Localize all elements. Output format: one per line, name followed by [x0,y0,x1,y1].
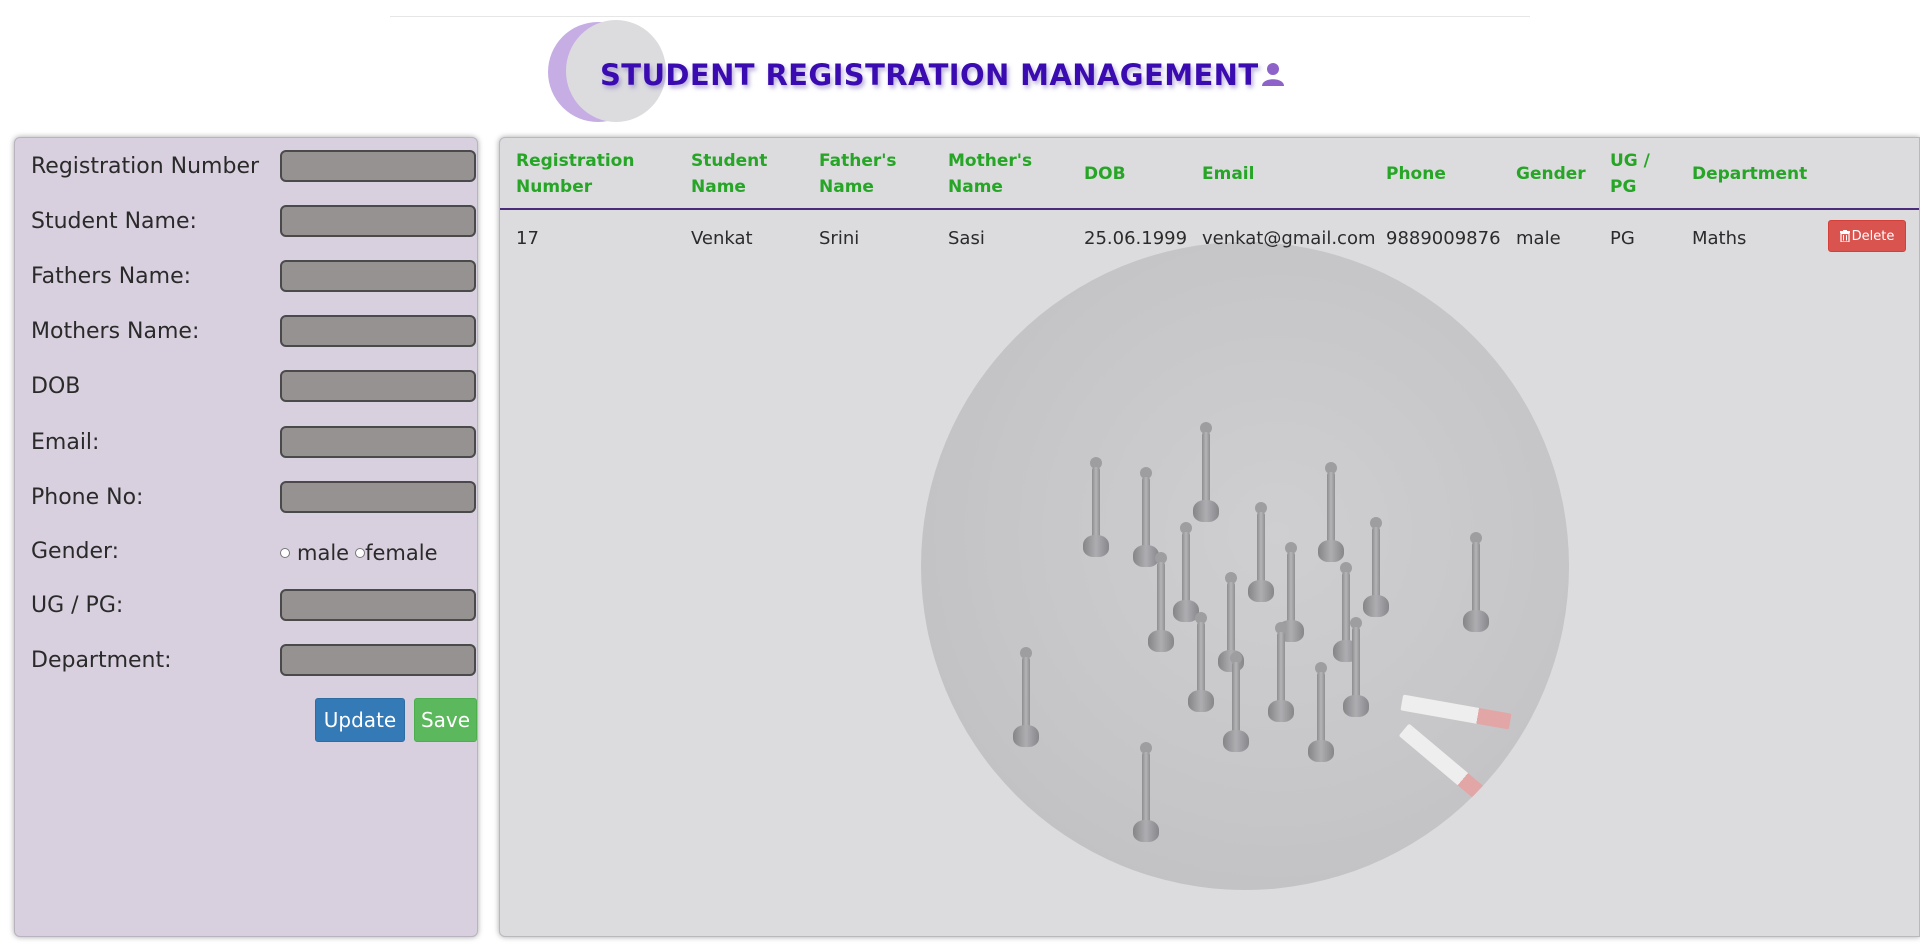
student-name-label: Student Name: [31,209,197,234]
column-header-phone: Phone [1386,164,1446,184]
cell-mothers-name: Sasi [948,228,985,249]
page-title-text: STUDENT REGISTRATION MANAGEMENT [600,58,1259,92]
column-header-fathers-name: Father's Name [819,151,897,197]
pawn-shape [1081,457,1111,567]
red-striped-piece [1398,723,1494,807]
department-label: Department: [31,648,172,673]
top-divider [390,16,1530,17]
form-row-department: Department: [31,644,476,680]
gender-label: Gender: [31,539,120,564]
trash-icon [1839,230,1850,243]
form-row-phone-no: Phone No: [31,481,476,517]
column-header-ug-pg: UG / PG [1610,151,1650,197]
phone-no-label: Phone No: [31,485,144,510]
form-row-registration-number: Registration Number [31,150,476,186]
phone-no-input[interactable] [280,481,476,513]
form-row-ug-pg: UG / PG: [31,589,476,625]
cell-department: Maths [1692,228,1747,249]
dob-input[interactable] [280,370,476,402]
ug-pg-label: UG / PG: [31,593,124,618]
pawn-shape [1361,517,1391,627]
department-input[interactable] [280,644,476,676]
students-table-panel: Registration Number Student Name Father'… [499,137,1920,937]
gender-female-radio[interactable] [355,548,366,558]
cell-ug-pg: PG [1610,228,1635,249]
pawn-shape [1131,742,1161,852]
cell-gender: male [1516,228,1561,249]
form-row-mothers-name: Mothers Name: [31,315,476,351]
email-input[interactable] [280,426,476,458]
pawn-shape [1011,647,1041,757]
gender-male-radio[interactable] [280,548,290,558]
student-name-input[interactable] [280,205,476,237]
pawn-shape [1221,652,1251,762]
cell-registration-number: 17 [516,228,539,249]
pawn-shape [1306,662,1336,772]
fathers-name-input[interactable] [280,260,476,292]
form-row-fathers-name: Fathers Name: [31,260,476,296]
column-header-registration-number: Registration Number [516,151,635,197]
cell-phone: 9889009876 [1386,228,1501,249]
pawn-shape [1246,502,1276,612]
background-chess-image [921,242,1569,890]
pawn-shape [1316,462,1346,572]
cell-dob: 25.06.1999 [1084,228,1188,249]
save-button[interactable]: Save [414,698,477,742]
registration-form-panel: Registration Number Student Name: Father… [14,137,478,937]
registration-number-label: Registration Number [31,154,260,179]
cell-student-name: Venkat [691,228,753,249]
pawn-shape [1191,422,1221,532]
gender-male-label: male [297,541,350,565]
registration-number-input[interactable] [280,150,476,182]
column-header-email: Email [1202,164,1255,184]
form-row-student-name: Student Name: [31,205,476,241]
table-row: 17 Venkat Srini Sasi 25.06.1999 venkat@g… [500,216,1919,260]
pawn-shape [1461,532,1491,642]
cell-fathers-name: Srini [819,228,860,249]
gender-radio-group: male female [280,541,438,565]
email-label: Email: [31,430,100,455]
update-button[interactable]: Update [315,698,405,742]
ug-pg-input[interactable] [280,589,476,621]
user-icon [1261,60,1285,86]
delete-button-label: Delete [1851,228,1895,244]
pawn-shape [1186,612,1216,722]
pawn-shape [1341,617,1371,727]
form-actions: Update Save [31,698,477,742]
cell-email: venkat@gmail.com [1202,228,1376,249]
dob-label: DOB [31,374,81,399]
pawn-shape [1266,622,1296,732]
form-row-gender: Gender: male female [31,535,471,571]
column-header-dob: DOB [1084,164,1126,184]
gender-female-label: female [365,541,438,565]
column-header-mothers-name: Mother's Name [948,151,1033,197]
red-striped-piece [1400,694,1512,730]
delete-button[interactable]: Delete [1828,220,1906,252]
pawn-shape [1146,552,1176,662]
fathers-name-label: Fathers Name: [31,264,192,289]
form-row-dob: DOB [31,370,476,406]
form-row-email: Email: [31,426,476,462]
mothers-name-input[interactable] [280,315,476,347]
column-header-student-name: Student Name [691,151,768,197]
column-header-gender: Gender [1516,164,1586,184]
table-header: Registration Number Student Name Father'… [500,138,1919,210]
mothers-name-label: Mothers Name: [31,319,200,344]
page-title: STUDENT REGISTRATION MANAGEMENT [600,58,1285,92]
column-header-department: Department [1692,164,1808,184]
